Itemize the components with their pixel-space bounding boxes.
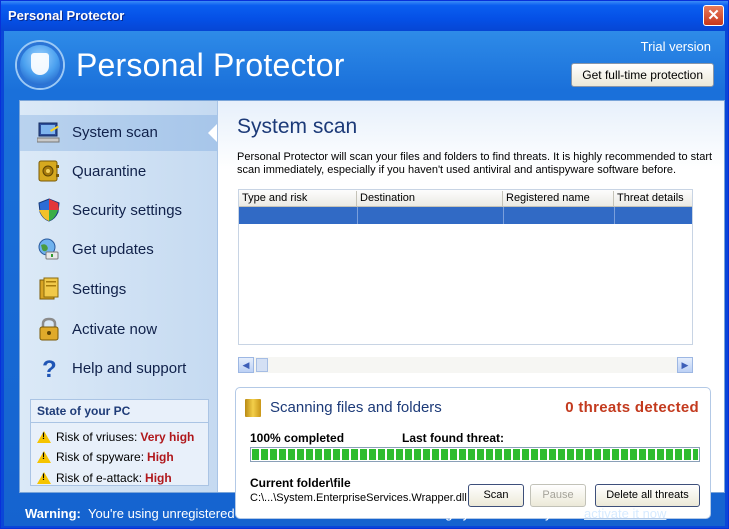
sidebar-item-label: Security settings	[72, 202, 183, 219]
shield-logo-icon	[17, 42, 63, 88]
trial-version-label: Trial version	[640, 39, 711, 54]
risk-label: Risk of vriuses:	[56, 430, 138, 444]
scroll-thumb[interactable]	[256, 358, 268, 372]
warning-text: You're using unregistered version of Per…	[88, 506, 666, 521]
sidebar-item-help-and-support[interactable]: ? Help and support	[20, 351, 217, 387]
table-row[interactable]	[239, 207, 692, 224]
risk-row-spyware: Risk of spyware:High	[37, 450, 174, 464]
scan-progress-bar	[250, 447, 700, 462]
sidebar-item-label: Help and support	[72, 360, 187, 377]
warning-message: You're using unregistered version of Per…	[88, 506, 581, 521]
divider	[31, 422, 208, 423]
page-title: System scan	[237, 115, 358, 138]
threat-table[interactable]: Type and risk Destination Registered nam…	[238, 189, 693, 345]
safe-icon	[38, 160, 59, 182]
threats-count: 0 threats detected	[565, 399, 699, 416]
sidebar-item-label: Settings	[72, 281, 127, 298]
column-header-destination[interactable]: Destination	[357, 191, 503, 206]
warning-icon	[37, 431, 51, 443]
sidebar-item-label: System scan	[72, 124, 158, 141]
active-indicator	[208, 124, 217, 142]
close-icon: ✕	[707, 7, 720, 24]
title-bar[interactable]: Personal Protector ✕	[1, 1, 728, 31]
risk-value: High	[145, 471, 172, 485]
progress-label: 100% completed	[250, 431, 345, 445]
app-title: Personal Protector	[76, 47, 345, 83]
current-folder-label: Current folder\file	[250, 476, 351, 490]
risk-label: Risk of spyware:	[56, 450, 145, 464]
scroll-right-button[interactable]: ▶	[677, 357, 693, 373]
sidebar: System scan Quarantine Security settings…	[20, 101, 218, 492]
window-title: Personal Protector	[8, 8, 125, 23]
table-cell	[503, 207, 615, 224]
pc-state-title: State of your PC	[37, 404, 131, 418]
pc-state-box: State of your PC Risk of vriuses:Very hi…	[30, 399, 209, 486]
warning-label: Warning:	[25, 506, 81, 521]
activate-link[interactable]: activate it now	[584, 506, 666, 521]
column-header-registered-name[interactable]: Registered name	[503, 191, 614, 206]
sidebar-item-label: Get updates	[72, 241, 154, 258]
app-window: Personal Protector ✕ Personal Protector …	[0, 0, 729, 529]
column-header-threat-details[interactable]: Threat details	[614, 191, 692, 206]
lock-icon	[39, 317, 59, 341]
monitor-scan-icon	[37, 122, 60, 143]
sidebar-item-label: Activate now	[72, 321, 158, 338]
progress-fill	[252, 449, 698, 460]
folder-icon	[245, 399, 261, 417]
sidebar-item-get-updates[interactable]: Get updates	[20, 232, 217, 268]
scroll-left-button[interactable]: ◀	[238, 357, 254, 373]
globe-update-icon	[38, 238, 59, 260]
close-button[interactable]: ✕	[703, 5, 724, 26]
security-shield-icon	[38, 198, 60, 222]
table-cell	[357, 207, 504, 224]
main-content: System scan Personal Protector will scan…	[218, 101, 724, 519]
warning-icon	[37, 451, 51, 463]
sidebar-item-system-scan[interactable]: System scan	[20, 115, 217, 151]
sidebar-item-quarantine[interactable]: Quarantine	[20, 154, 217, 190]
main-panel: System scan Quarantine Security settings…	[19, 100, 725, 519]
sidebar-item-security-settings[interactable]: Security settings	[20, 193, 217, 229]
sidebar-item-settings[interactable]: Settings	[20, 272, 217, 308]
last-found-label: Last found threat:	[402, 431, 504, 445]
scan-title: Scanning files and folders	[270, 399, 442, 416]
page-description: Personal Protector will scan your files …	[237, 151, 713, 176]
client-area: Personal Protector Trial version Get ful…	[4, 31, 725, 526]
horizontal-scrollbar[interactable]: ◀ ▶	[238, 357, 693, 373]
column-header-type-risk[interactable]: Type and risk	[239, 191, 357, 206]
risk-label: Risk of e-attack:	[56, 471, 143, 485]
risk-value: Very high	[140, 430, 195, 444]
sidebar-item-activate-now[interactable]: Activate now	[20, 312, 217, 348]
question-icon: ?	[42, 356, 57, 380]
risk-row-viruses: Risk of vriuses:Very high	[37, 430, 194, 444]
get-full-protection-button[interactable]: Get full-time protection	[571, 63, 714, 87]
sidebar-item-label: Quarantine	[72, 163, 147, 180]
warning-bar: Warning: You're using unregistered versi…	[4, 501, 725, 526]
warning-icon	[37, 472, 51, 484]
table-header: Type and risk Destination Registered nam…	[239, 190, 692, 207]
settings-folder-icon	[39, 277, 59, 300]
table-cell	[239, 207, 358, 224]
risk-row-e-attack: Risk of e-attack:High	[37, 471, 172, 485]
risk-value: High	[147, 450, 174, 464]
scan-status-box: Scanning files and folders 0 threats det…	[235, 387, 711, 519]
svg-text:?: ?	[42, 356, 57, 380]
